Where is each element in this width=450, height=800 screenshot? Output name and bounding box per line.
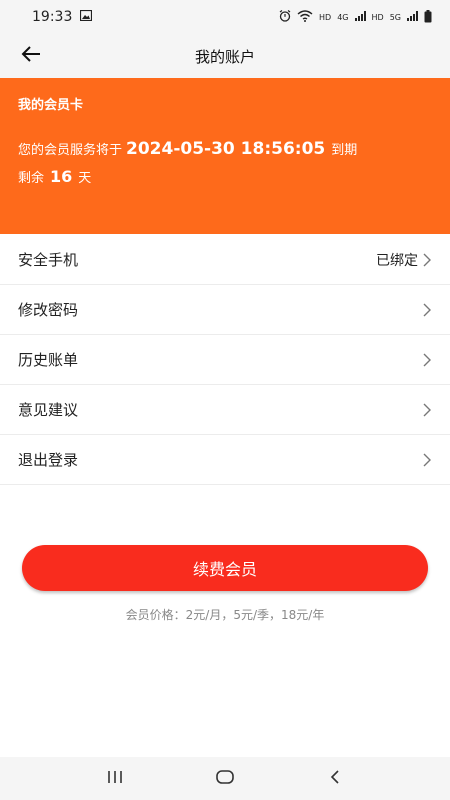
menu-item-security-phone[interactable]: 安全手机 已绑定 <box>0 235 450 285</box>
menu-item-change-password[interactable]: 修改密码 <box>0 285 450 335</box>
remaining-line: 剩余 16 天 <box>18 167 432 186</box>
menu-item-label: 退出登录 <box>18 451 79 469</box>
menu-item-label: 意见建议 <box>18 401 79 419</box>
network-4g-label: 4G <box>337 12 349 22</box>
membership-card: 我的会员卡 您的会员服务将于 2024-05-30 18:56:05 到期 剩余… <box>0 78 450 234</box>
wifi-icon <box>297 10 313 24</box>
chevron-right-icon <box>422 252 432 268</box>
network-hd-label: HD <box>319 12 332 22</box>
chevron-right-icon <box>422 352 432 368</box>
remaining-suffix: 天 <box>78 171 92 186</box>
battery-icon <box>424 9 432 25</box>
system-nav-bar <box>0 757 450 800</box>
chevron-right-icon <box>422 402 432 418</box>
expiry-prefix: 您的会员服务将于 <box>18 143 123 158</box>
remaining-prefix: 剩余 <box>18 171 45 186</box>
status-time: 19:33 <box>32 9 73 25</box>
page-title: 我的账户 <box>194 47 255 66</box>
gallery-icon <box>80 9 93 25</box>
back-icon <box>330 769 340 789</box>
status-bar: 19:33 HD 4G HD 5G <box>0 0 450 34</box>
expiry-date: 2024-05-30 18:56:05 <box>126 139 326 159</box>
chevron-right-icon <box>422 302 432 318</box>
menu-item-label: 历史账单 <box>18 351 79 369</box>
menu-item-label: 安全手机 <box>18 251 79 269</box>
chevron-right-icon <box>422 452 432 468</box>
account-menu: 安全手机 已绑定 修改密码 历史账单 意见建议 退出登录 <box>0 235 450 485</box>
back-button[interactable] <box>18 44 44 68</box>
expiry-line: 您的会员服务将于 2024-05-30 18:56:05 到期 <box>18 139 432 159</box>
membership-card-title: 我的会员卡 <box>18 98 84 113</box>
arrow-left-icon <box>21 46 41 66</box>
header: 我的账户 <box>0 34 450 78</box>
signal-icon-2 <box>407 11 418 23</box>
network-hd2-label: HD <box>371 12 384 22</box>
signal-icon <box>354 11 366 23</box>
menu-item-billing-history[interactable]: 历史账单 <box>0 335 450 385</box>
menu-item-logout[interactable]: 退出登录 <box>0 435 450 485</box>
recents-icon <box>107 769 123 788</box>
alarm-icon <box>279 10 291 24</box>
menu-item-label: 修改密码 <box>18 301 79 319</box>
renew-membership-button[interactable]: 续费会员 <box>22 545 428 591</box>
recents-button[interactable] <box>95 764 135 794</box>
menu-item-feedback[interactable]: 意见建议 <box>0 385 450 435</box>
remaining-days: 16 <box>50 167 73 186</box>
system-back-button[interactable] <box>315 764 355 794</box>
phone-bound-status: 已绑定 <box>376 252 418 269</box>
expiry-suffix: 到期 <box>331 143 358 158</box>
membership-price-text: 会员价格：2元/月，5元/季，18元/年 <box>125 608 325 622</box>
home-button[interactable] <box>205 764 245 794</box>
network-5g-label: 5G <box>389 12 401 22</box>
home-icon <box>216 769 234 788</box>
